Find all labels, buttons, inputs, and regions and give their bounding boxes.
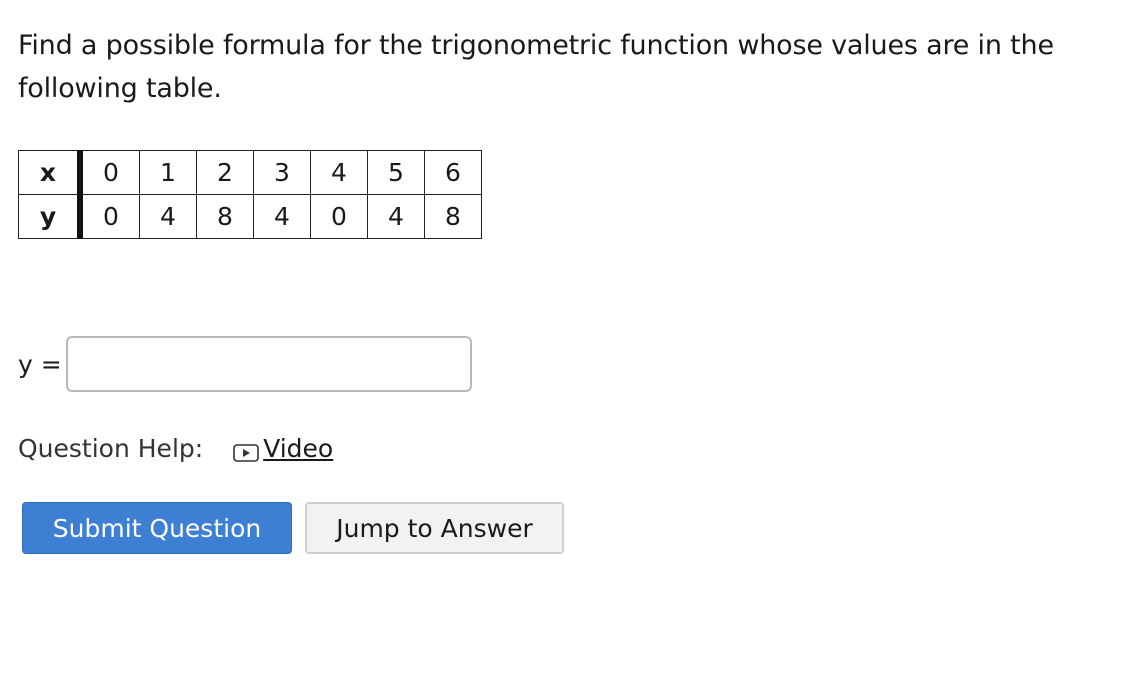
table-cell: 3 — [253, 150, 311, 195]
table-cell: 0 — [79, 194, 140, 239]
table-cell: 8 — [424, 194, 482, 239]
question-help-label: Question Help: — [18, 433, 204, 463]
table-cell: 8 — [196, 194, 254, 239]
table-cell: 4 — [310, 150, 368, 195]
row-header-x: x — [18, 150, 83, 195]
play-icon — [233, 439, 259, 462]
table-cell: 4 — [253, 194, 311, 239]
question-text: Find a possible formula for the trigonom… — [18, 30, 1054, 104]
table-cell: 6 — [424, 150, 482, 195]
table-cell: 0 — [310, 194, 368, 239]
table-cell: 4 — [367, 194, 425, 239]
video-link-label: Video — [263, 433, 334, 463]
table-row-y: y 0 4 8 4 0 4 8 — [18, 194, 482, 239]
video-link[interactable]: Video — [233, 434, 333, 463]
table-cell: 2 — [196, 150, 254, 195]
answer-input[interactable] — [66, 336, 472, 392]
answer-label: y = — [18, 349, 62, 379]
answer-row: y = — [18, 333, 472, 395]
submit-question-button[interactable]: Submit Question — [22, 502, 292, 554]
values-table: x 0 1 2 3 4 5 6 y 0 4 8 4 0 4 8 — [18, 150, 482, 239]
table-cell: 1 — [139, 150, 197, 195]
question-help: Question Help: Video — [18, 428, 333, 468]
table-cell: 0 — [79, 150, 140, 195]
table-cell: 5 — [367, 150, 425, 195]
jump-to-answer-button[interactable]: Jump to Answer — [305, 502, 564, 554]
table-row-x: x 0 1 2 3 4 5 6 — [18, 150, 482, 195]
row-header-y: y — [18, 194, 83, 239]
table-cell: 4 — [139, 194, 197, 239]
